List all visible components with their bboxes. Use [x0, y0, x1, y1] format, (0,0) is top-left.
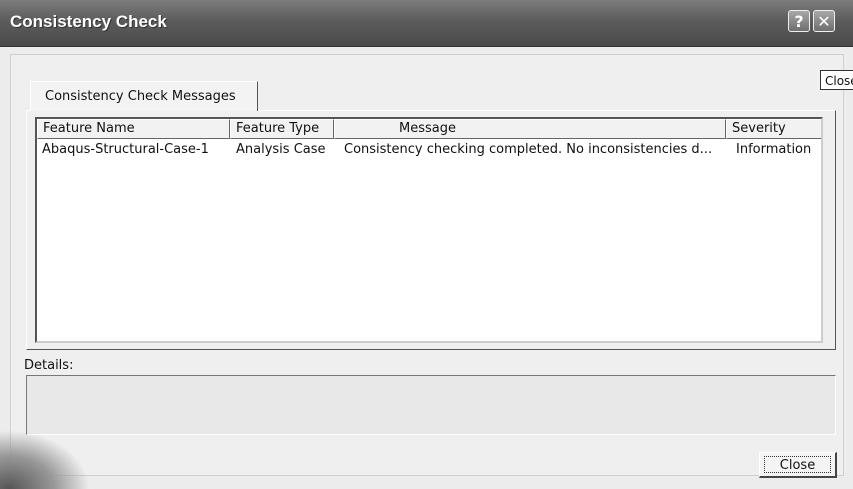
cell-message: Consistency checking completed. No incon…	[344, 142, 713, 157]
column-header-message[interactable]: Message	[334, 119, 726, 139]
cell-severity: Information	[736, 142, 812, 157]
decorative-shade	[0, 430, 90, 489]
messages-table[interactable]: Feature Name Feature Type Message Severi…	[35, 117, 823, 343]
column-header-feature-type[interactable]: Feature Type	[230, 119, 334, 139]
table-row[interactable]: Abaqus-Structural-Case-1 Analysis Case C…	[37, 141, 821, 159]
close-tooltip: Close	[820, 70, 853, 90]
close-button-label: Close	[764, 456, 831, 473]
cell-feature-name: Abaqus-Structural-Case-1	[42, 142, 209, 157]
table-header: Feature Name Feature Type Message Severi…	[37, 119, 821, 139]
column-header-feature-name[interactable]: Feature Name	[37, 119, 230, 139]
column-header-severity[interactable]: Severity	[726, 119, 821, 139]
title-bar[interactable]: Consistency Check ? ✕	[0, 0, 853, 47]
window-title: Consistency Check	[10, 12, 167, 31]
cell-feature-type: Analysis Case	[236, 142, 326, 157]
tab-consistency-check-messages[interactable]: Consistency Check Messages	[30, 81, 258, 111]
close-button[interactable]: Close	[759, 452, 837, 478]
tab-label: Consistency Check Messages	[45, 89, 236, 104]
help-icon[interactable]: ?	[788, 10, 810, 32]
close-icon[interactable]: ✕	[813, 10, 835, 32]
details-field[interactable]	[26, 375, 836, 435]
details-label: Details:	[24, 358, 74, 373]
